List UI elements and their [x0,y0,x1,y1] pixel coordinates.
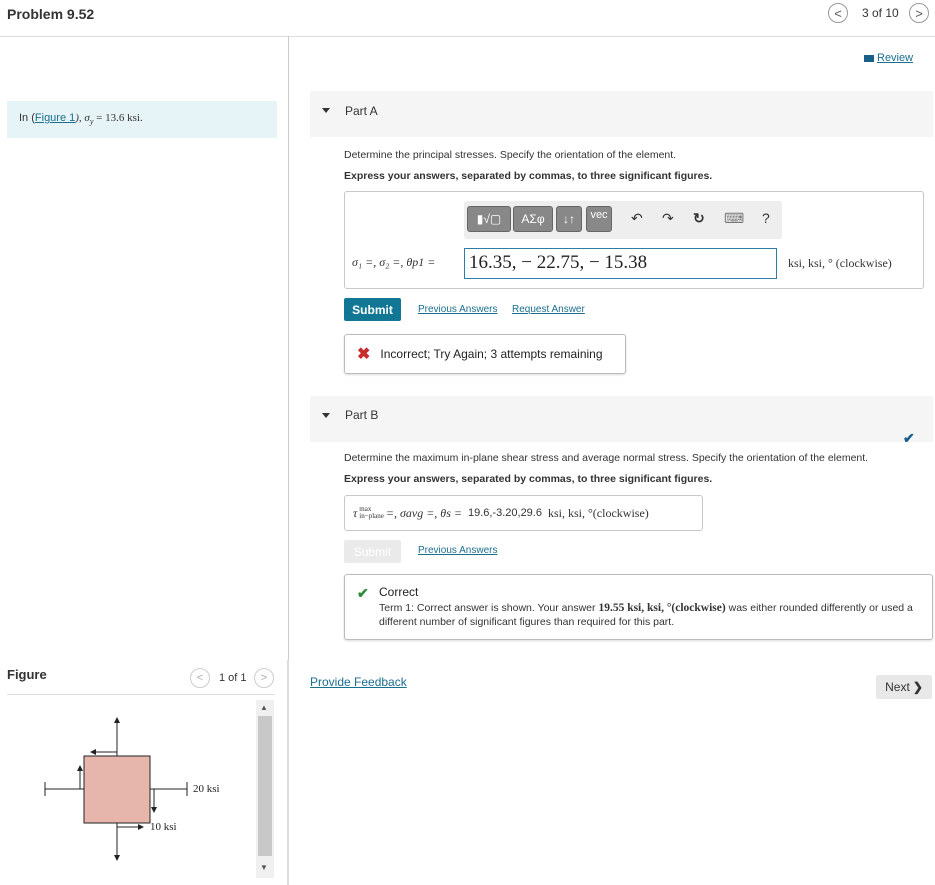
next-button[interactable]: Next ❯ [876,675,932,699]
part-a-feedback-box: ✖ Incorrect; Try Again; 3 attempts remai… [344,334,626,374]
reset-icon[interactable]: ↻ [693,210,705,227]
part-b-complete-check-icon: ✔ [903,430,915,446]
figure-separator [7,694,275,695]
figure-header: Figure [7,667,47,682]
next-problem-button[interactable]: > [909,3,929,23]
part-b-result-detail: Term 1: Correct answer is shown. Your an… [379,601,924,629]
part-a-header[interactable]: Part A [310,91,933,137]
bottom-stress-label: 10 ksi [150,821,177,833]
stress-element-figure: 20 ksi 10 ksi [44,717,220,861]
tau-symbol: τ [353,505,358,520]
templates-button[interactable]: ▮√▢ [467,206,511,232]
part-b-equation-label: τ max in−plane =, σavg =, θs = [353,506,462,521]
part-b-units: ksi, ksi, °(clockwise) [547,505,649,520]
problem-intro: In (Figure 1), σy = 13.6 ksi. [7,101,277,138]
undo-icon[interactable]: ↶ [631,210,643,227]
keyboard-icon[interactable]: ⌨ [724,210,744,227]
figure-link[interactable]: Figure 1 [35,112,75,124]
incorrect-x-icon: ✖ [357,346,371,363]
detail-text-1: Term 1: Correct answer is shown. Your an… [379,602,599,614]
figure-divider [287,660,289,885]
book-icon [864,54,874,62]
part-b-answer-value: 19.6,-3.20,29.6 [467,507,542,519]
chevron-right-icon: ❯ [912,680,923,694]
part-b-submit-button: Submit [344,540,401,563]
review-label: Review [877,52,914,64]
part-a-submit-button[interactable]: Submit [344,298,401,321]
chevron-left-icon: < [196,672,204,684]
part-a-answer-input[interactable]: 16.35, − 22.75, − 15.38 [464,248,777,279]
vec-icon: vec [590,209,608,221]
problem-title: Problem 9.52 [7,6,95,22]
chevron-right-icon: > [915,5,923,21]
figure-count: 1 of 1 [219,672,247,684]
correct-check-icon: ✔ [357,585,369,601]
arrows-icon: ↓↑ [563,212,575,226]
part-a-label: Part A [345,104,378,118]
part-a-feedback-text: Incorrect; Try Again; 3 attempts remaini… [380,347,603,361]
equation-rest: =, σavg =, θs = [385,505,462,520]
intro-value: = 13.6 ksi. [93,112,143,124]
scroll-thumb[interactable] [258,716,272,856]
part-a-request-answer-link[interactable]: Request Answer [512,304,585,315]
redo-icon[interactable]: ↷ [662,210,674,227]
help-icon[interactable]: ? [762,210,770,226]
right-stress-label: 20 ksi [193,783,220,795]
vector-button[interactable]: vec [586,206,612,232]
scroll-up-icon[interactable]: ▲ [260,703,268,712]
part-a-units: ksi, ksi, ° (clockwise) [788,256,892,270]
part-b-result-title: Correct [379,585,419,599]
part-b-question: Determine the maximum in-plane shear str… [344,452,869,464]
tau-sub: in−plane [359,512,384,520]
top-bar [0,0,935,37]
chevron-right-icon: > [260,672,268,684]
part-a-instruction: Express your answers, separated by comma… [344,170,713,182]
figure-next-button[interactable]: > [254,668,274,688]
part-b-header[interactable]: Part B [310,396,933,442]
greek-icon: ΑΣφ [521,212,545,226]
part-b-feedback-box: ✔ Correct Term 1: Correct answer is show… [344,574,933,640]
part-a-equation-label: σ₁ =, σ₂ =, θp1 = [352,255,436,269]
part-a-previous-answers-link[interactable]: Previous Answers [418,304,497,315]
previous-problem-button[interactable]: < [828,3,848,23]
chevron-left-icon: < [834,5,842,21]
math-toolbar: ▮√▢ ΑΣφ ↓↑ vec ↶ ↷ ↻ ⌨ ? [464,201,782,239]
templates-icon: ▮√▢ [476,212,502,226]
provide-feedback-link[interactable]: Provide Feedback [310,675,407,689]
tau-scripts: max in−plane [359,506,384,520]
stress-element [83,755,151,824]
part-b-answer-box: τ max in−plane =, σavg =, θs = 19.6,-3.2… [344,495,703,531]
greek-symbols-button[interactable]: ΑΣφ [513,206,553,232]
scroll-down-icon[interactable]: ▼ [260,863,268,872]
next-label: Next [885,680,910,694]
figure-scrollbar[interactable]: ▲ ▼ [256,700,274,878]
intro-prefix: In ( [19,112,35,124]
part-b-label: Part B [345,408,379,422]
collapse-triangle-icon [322,108,330,113]
review-link[interactable]: Review [864,52,913,64]
part-b-previous-answers-link[interactable]: Previous Answers [418,545,497,556]
subscript-superscript-button[interactable]: ↓↑ [556,206,582,232]
part-a-question: Determine the principal stresses. Specif… [344,149,677,161]
detail-value: 19.55 ksi, ksi, °(clockwise) [598,602,726,614]
part-b-instruction: Express your answers, separated by comma… [344,473,713,485]
figure-prev-button[interactable]: < [190,668,210,688]
collapse-triangle-icon [322,413,330,418]
intro-sigma: ), σ [75,112,90,124]
page-count: 3 of 10 [862,6,899,20]
